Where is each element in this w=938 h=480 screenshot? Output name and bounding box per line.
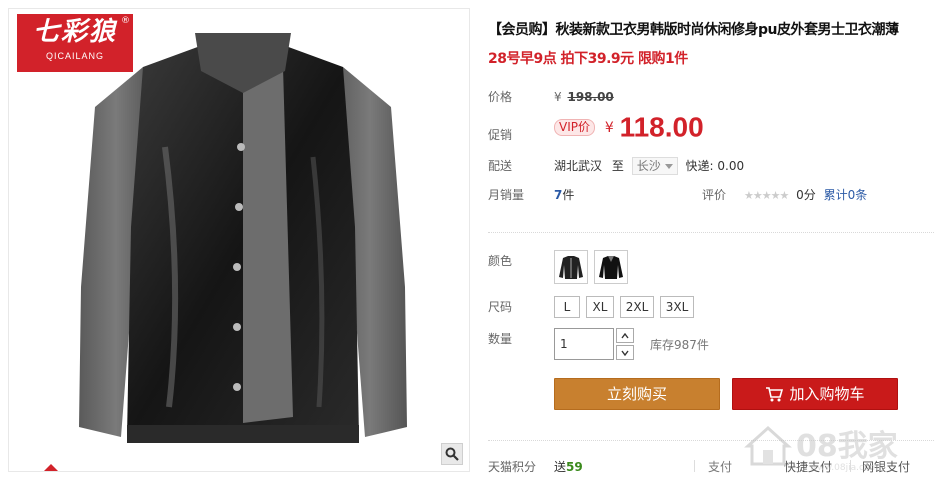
- sales-value-wrap: 7件: [554, 186, 574, 204]
- shipping-fee: 快递: 0.00: [685, 159, 745, 173]
- magnifier-icon: [445, 447, 459, 461]
- pay-label: 支付: [708, 460, 733, 474]
- price-value-wrap: ¥ 198.00: [554, 88, 614, 106]
- size-row: 尺码 L XL 2XL 3XL: [488, 296, 934, 320]
- size-option-2xl[interactable]: 2XL: [620, 296, 654, 318]
- price-label: 价格: [488, 90, 513, 104]
- color-label: 颜色: [488, 254, 513, 268]
- color-row: 颜色: [488, 250, 934, 290]
- product-photo-jacket: [79, 33, 407, 443]
- promo-note: 28号早9点 拍下39.9元 限购1件: [488, 51, 688, 67]
- thumbnail-pointer: [43, 464, 59, 471]
- monthly-sales-label: 月销量: [488, 188, 525, 202]
- promo-currency: ¥: [604, 119, 614, 136]
- ship-from: 湖北武汉: [554, 159, 603, 173]
- add-to-cart-label: 加入购物车: [789, 385, 865, 403]
- size-label: 尺码: [488, 300, 513, 314]
- divider: [488, 232, 934, 233]
- tmall-points-label: 天猫积分: [488, 460, 537, 474]
- jacket-thumbnail-icon: [599, 256, 623, 279]
- add-to-cart-button[interactable]: 加入购物车: [732, 378, 898, 410]
- destination-city: 长沙: [636, 159, 661, 173]
- rating-score: 0分: [796, 188, 816, 202]
- quantity-input[interactable]: [554, 328, 614, 360]
- shipping-value-wrap: 湖北武汉 至 长沙 快递: 0.00: [554, 157, 744, 175]
- quantity-increase-button[interactable]: [616, 328, 634, 343]
- separator: [694, 460, 695, 472]
- points-value: 59: [566, 460, 583, 474]
- price-currency: ¥: [554, 90, 562, 104]
- quantity-label: 数量: [488, 332, 513, 346]
- color-swatch-2[interactable]: [594, 250, 628, 284]
- quantity-decrease-button[interactable]: [616, 345, 634, 360]
- jacket-thumbnail-icon: [559, 256, 583, 279]
- promo-price-label: 促销: [488, 128, 513, 142]
- size-option-xl[interactable]: XL: [586, 296, 614, 318]
- rating-stars: ★★★★★: [744, 189, 789, 202]
- sales-unit: 件: [562, 188, 575, 202]
- points-prefix: 送: [554, 460, 567, 474]
- vip-price-tag: VIP价: [554, 119, 595, 136]
- size-option-3xl[interactable]: 3XL: [660, 296, 694, 318]
- quantity-row: 数量 库存987件: [488, 328, 934, 362]
- zoom-button[interactable]: [441, 443, 463, 465]
- product-title: 【会员购】秋装新款卫衣男韩版时尚休闲修身pu皮外套男士卫衣潮薄: [488, 22, 899, 38]
- chevron-down-icon: [664, 164, 673, 169]
- review-label: 评价: [702, 188, 727, 202]
- buy-now-button[interactable]: 立刻购买: [554, 378, 720, 410]
- size-option-l[interactable]: L: [554, 296, 580, 318]
- color-swatch-1[interactable]: [554, 250, 588, 284]
- product-info-panel: 【会员购】秋装新款卫衣男韩版时尚休闲修身pu皮外套男士卫衣潮薄 28号早9点 拍…: [488, 20, 934, 474]
- chevron-up-icon: [621, 332, 629, 338]
- cart-icon: [766, 387, 784, 402]
- stock-count: 库存987件: [650, 338, 709, 352]
- ship-to-word: 至: [611, 159, 624, 173]
- promo-price-wrap: VIP价 ¥ 118.00: [554, 113, 704, 141]
- points-wrap: 送59: [554, 458, 583, 476]
- shipping-label: 配送: [488, 159, 513, 173]
- review-count-link[interactable]: 累计0条: [824, 188, 868, 202]
- original-price: 198.00: [567, 90, 614, 104]
- action-buttons: 立刻购买 加入购物车: [488, 378, 934, 410]
- review-wrap: ★★★★★ 0分 累计0条: [744, 186, 867, 205]
- product-image-panel: ® 七彩狼 QICAILANG: [8, 8, 470, 472]
- chevron-down-icon: [621, 350, 629, 356]
- destination-city-select[interactable]: 长沙: [631, 157, 678, 175]
- site-watermark-logo: 08我家 www.08jia.com: [744, 425, 898, 473]
- promo-price-value: 118.00: [619, 111, 704, 143]
- brand-registered-mark: ®: [121, 16, 130, 26]
- buy-now-label: 立刻购买: [606, 385, 667, 403]
- watermark-text: 08我家: [796, 429, 898, 464]
- watermark-url: www.08jia.com: [810, 463, 878, 473]
